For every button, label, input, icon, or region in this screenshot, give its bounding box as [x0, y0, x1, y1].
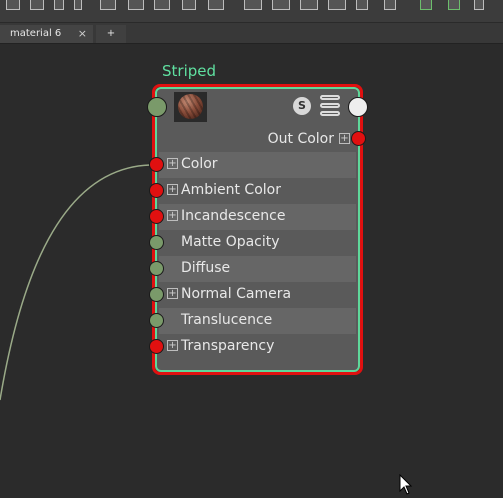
toolbar-icon-7[interactable]	[154, 0, 170, 10]
attribute-label: Translucence	[181, 312, 273, 328]
toolbar-icon-10[interactable]	[244, 0, 262, 10]
node-title[interactable]: Striped	[162, 62, 216, 80]
toolbar-icon-15[interactable]	[384, 0, 396, 10]
stack-icon[interactable]	[320, 95, 340, 117]
sphere-thumbnail-icon[interactable]	[174, 92, 207, 122]
attribute-row-translucence: Translucence	[159, 308, 356, 334]
out-color-row: Out Color +	[159, 127, 356, 151]
transparency-port[interactable]	[149, 339, 164, 354]
toolbar-icon-16[interactable]	[420, 0, 432, 10]
matte-opacity-port[interactable]	[149, 235, 164, 250]
toolbar-icon-11[interactable]	[272, 0, 290, 10]
toolbar-icon-13[interactable]	[328, 0, 346, 10]
tab-label: material 6	[10, 28, 62, 39]
attribute-label: Incandescence	[181, 208, 286, 224]
toolbar-icon-4[interactable]	[74, 0, 82, 10]
toolbar-icon-3[interactable]	[54, 0, 64, 10]
attribute-label: Transparency	[181, 338, 275, 354]
swatch-s-icon[interactable]: S	[293, 97, 311, 115]
mouse-cursor-icon	[399, 474, 413, 495]
toolbar-icon-6[interactable]	[128, 0, 144, 10]
toolbar-icon-18[interactable]	[474, 0, 484, 10]
sphere-preview	[178, 94, 203, 119]
expand-icon[interactable]: +	[167, 288, 178, 299]
attribute-row-normal-camera: + Normal Camera	[159, 282, 356, 308]
toolbar-icon-12[interactable]	[300, 0, 318, 10]
attribute-row-transparency: + Transparency	[159, 334, 356, 360]
attribute-label: Ambient Color	[181, 182, 281, 198]
add-tab-button[interactable]: +	[96, 25, 126, 43]
expand-icon[interactable]: +	[167, 158, 178, 169]
translucence-port[interactable]	[149, 313, 164, 328]
expand-icon[interactable]: +	[167, 340, 178, 351]
toolbar-icon-5[interactable]	[100, 0, 116, 10]
toolbar-icon-8[interactable]	[182, 0, 196, 10]
toolbar-icon-2[interactable]	[30, 0, 44, 10]
attribute-label: Diffuse	[181, 260, 231, 276]
close-icon[interactable]: ×	[78, 25, 87, 43]
node-output-port[interactable]	[348, 97, 368, 117]
toolbar-icon-1[interactable]	[6, 0, 20, 10]
normal-camera-port[interactable]	[149, 287, 164, 302]
out-color-port[interactable]	[351, 131, 366, 146]
attribute-row-incandescence: + Incandescence	[159, 204, 356, 230]
tab-bar: material 6 × +	[0, 23, 503, 44]
attribute-row-ambient-color: + Ambient Color	[159, 178, 356, 204]
color-port[interactable]	[149, 157, 164, 172]
expand-icon[interactable]: +	[167, 210, 178, 221]
ambient-color-port[interactable]	[149, 183, 164, 198]
attribute-row-matte-opacity: Matte Opacity	[159, 230, 356, 256]
attribute-label: Color	[181, 156, 218, 172]
attribute-label: Normal Camera	[181, 286, 292, 302]
toolbar-icon-9[interactable]	[208, 0, 224, 10]
attribute-row-color: + Color	[159, 152, 356, 178]
out-color-label: Out Color	[267, 131, 334, 147]
node-input-port[interactable]	[147, 97, 167, 117]
diffuse-port[interactable]	[149, 261, 164, 276]
attribute-label: Matte Opacity	[181, 234, 280, 250]
expand-icon[interactable]: +	[167, 184, 178, 195]
expand-icon[interactable]: +	[339, 133, 350, 144]
tab-material-6[interactable]: material 6 ×	[0, 25, 93, 43]
toolbar	[0, 0, 503, 23]
incandescence-port[interactable]	[149, 209, 164, 224]
toolbar-icon-17[interactable]	[448, 0, 460, 10]
attribute-row-diffuse: Diffuse	[159, 256, 356, 282]
toolbar-icon-14[interactable]	[356, 0, 368, 10]
